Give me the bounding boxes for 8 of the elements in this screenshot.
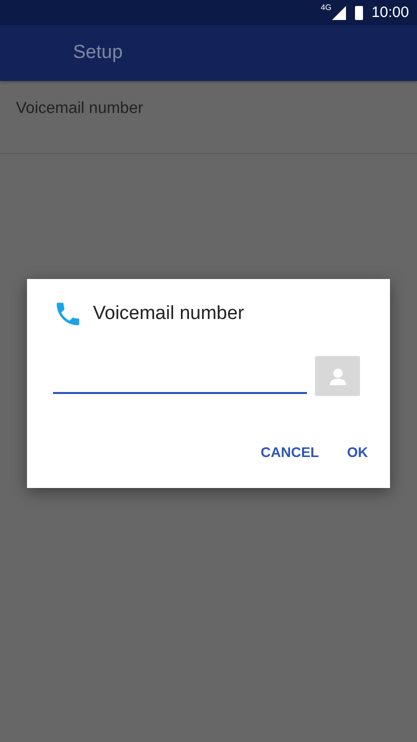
dialog-button[interactable]: OK [339,438,376,466]
dialog-button[interactable]: CANCEL [252,438,327,466]
signal-icon [332,6,346,20]
dialog-title: Voicemail number [93,303,244,325]
battery-icon [355,6,364,20]
clock-time: 10:00 [371,4,409,21]
network-label: 4G [320,3,332,12]
app-title: Setup [73,42,123,64]
